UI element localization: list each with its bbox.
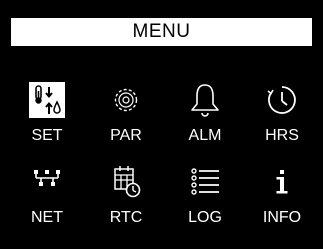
menu-item-label: HRS (265, 127, 299, 144)
calendar-clock-icon (108, 164, 144, 200)
temperature-humidity-icon (29, 82, 65, 118)
bell-icon (187, 82, 223, 118)
menu-item-label: PAR (110, 127, 142, 144)
network-icon (29, 164, 65, 200)
menu-item-label: RTC (109, 209, 143, 226)
gear-icon (108, 82, 144, 118)
menu-item-label: INFO (262, 209, 302, 226)
info-icon (264, 164, 300, 200)
menu-item-label: LOG (188, 209, 222, 226)
menu-screen: MENU SET PAR ALM HRS NET RTC LOG INFO (0, 0, 323, 249)
menu-item-label: NET (31, 209, 63, 226)
clock-icon (264, 82, 300, 118)
menu-grid: SET PAR ALM HRS NET RTC LOG INFO (0, 0, 323, 249)
menu-item-label: SET (31, 127, 63, 144)
list-icon (187, 164, 223, 200)
menu-item-label: ALM (188, 127, 222, 144)
